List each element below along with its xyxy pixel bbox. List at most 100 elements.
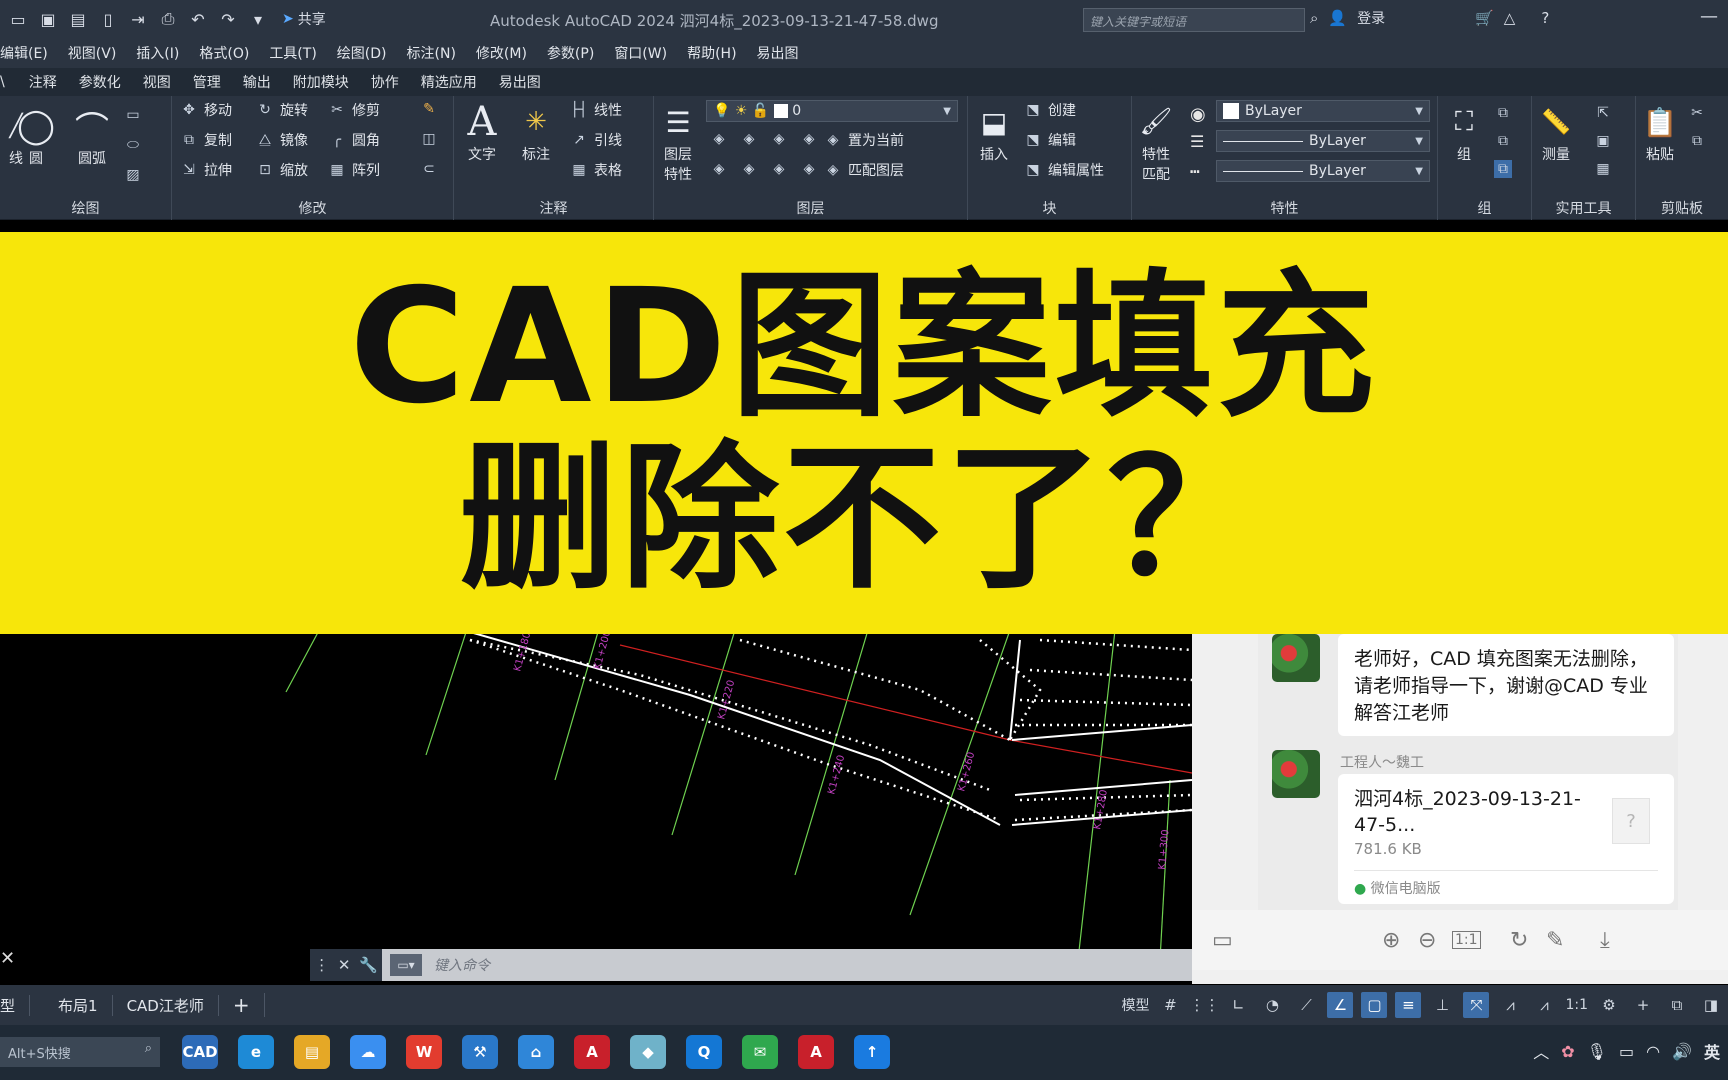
- taskbar-app-qq-browser[interactable]: Q: [686, 1035, 722, 1069]
- layer-lock-icon[interactable]: ◈: [800, 130, 818, 148]
- tab-home[interactable]: \: [0, 74, 5, 90]
- annotation-panel-title[interactable]: 注释: [454, 198, 653, 218]
- ribbon-tab[interactable]: 管理: [193, 72, 221, 92]
- rotate-icon[interactable]: ↻: [1510, 928, 1528, 953]
- microphone-icon[interactable]: 🎙: [1587, 1042, 1607, 1061]
- volume-icon[interactable]: 🔊: [1672, 1042, 1692, 1061]
- wrench-icon[interactable]: 🔧: [359, 956, 378, 974]
- menu-item[interactable]: 帮助(H): [687, 43, 736, 63]
- layer-off-icon[interactable]: ◈: [710, 130, 728, 148]
- thumbnail-icon[interactable]: ▭: [1212, 928, 1233, 953]
- color-dropdown[interactable]: ByLayer ▼: [1216, 100, 1430, 122]
- gear-icon[interactable]: ⚙: [1596, 992, 1622, 1018]
- text-button[interactable]: A 文字: [462, 99, 502, 164]
- menu-item[interactable]: 编辑(E): [0, 43, 48, 63]
- erase-button[interactable]: ✎: [420, 100, 438, 118]
- plus-icon[interactable]: +: [1630, 992, 1656, 1018]
- layer-unlock-icon[interactable]: ◈: [800, 160, 818, 178]
- tab-model[interactable]: 型: [0, 994, 31, 1016]
- offset-button[interactable]: ⊂: [420, 160, 438, 178]
- avatar[interactable]: [1272, 634, 1320, 682]
- menu-item[interactable]: 修改(M): [476, 43, 527, 63]
- edit-icon[interactable]: ✎: [1546, 928, 1564, 953]
- menu-item[interactable]: 插入(I): [136, 43, 179, 63]
- taskbar-app-autocad[interactable]: A: [574, 1035, 610, 1069]
- taskbar-search[interactable]: Alt+S快搜 ⌕: [0, 1037, 160, 1067]
- trim-button[interactable]: ✂ 修剪: [328, 100, 380, 120]
- ribbon-tab[interactable]: 参数化: [79, 72, 121, 92]
- selection-cycling-icon[interactable]: ⤧: [1463, 992, 1490, 1018]
- menu-item[interactable]: 绘图(D): [337, 43, 387, 63]
- isodraft-icon[interactable]: ⟋: [1293, 992, 1319, 1018]
- search-input[interactable]: 键入关键字或短语: [1083, 8, 1305, 32]
- cut-icon[interactable]: ✂: [1688, 104, 1706, 122]
- utilities-panel-title[interactable]: 实用工具: [1532, 198, 1635, 218]
- group-button[interactable]: ⛶ 组: [1444, 100, 1484, 164]
- open-icon[interactable]: ▭: [6, 7, 30, 31]
- menu-item[interactable]: 工具(T): [269, 43, 316, 63]
- taskbar-app-tools[interactable]: ⚒: [462, 1035, 498, 1069]
- menu-item[interactable]: 参数(P): [547, 43, 594, 63]
- avatar[interactable]: [1272, 750, 1320, 798]
- taskbar-app-cad-viewer[interactable]: CAD: [182, 1035, 218, 1069]
- layer-isolate-icon[interactable]: ◈: [740, 130, 758, 148]
- quick-select-icon[interactable]: ⇱: [1594, 104, 1612, 122]
- edit-block-button[interactable]: ⬔ 编辑: [1024, 130, 1076, 150]
- stretch-button[interactable]: ⇲ 拉伸: [180, 160, 232, 180]
- table-button[interactable]: ▦ 表格: [570, 160, 622, 180]
- actual-size-icon[interactable]: 1:1: [1452, 931, 1481, 949]
- ribbon-tab[interactable]: 协作: [371, 72, 399, 92]
- measure-button[interactable]: 📏 测量: [1536, 100, 1576, 164]
- scale-button[interactable]: ⊡ 缩放: [256, 160, 308, 180]
- taskbar-app-wps[interactable]: W: [406, 1035, 442, 1069]
- ime-indicator[interactable]: 英: [1704, 1039, 1720, 1063]
- grip-icon[interactable]: ⋮: [314, 956, 329, 974]
- group-edit-icon[interactable]: ⧉: [1494, 132, 1512, 150]
- annotation-visibility-icon[interactable]: ⩘: [1497, 992, 1523, 1018]
- ribbon-tab[interactable]: 附加模块: [293, 72, 349, 92]
- save-as-icon[interactable]: ▤: [66, 7, 90, 31]
- draw-panel-title[interactable]: 绘图: [0, 198, 171, 218]
- ribbon-tab[interactable]: 易出图: [499, 72, 541, 92]
- hardware-acceleration-icon[interactable]: ◨: [1698, 992, 1724, 1018]
- copy-button[interactable]: ⧉ 复制: [180, 130, 232, 150]
- copy-clip-icon[interactable]: ⧉: [1688, 132, 1706, 150]
- taskbar-app-cad-assist[interactable]: ⌂: [518, 1035, 554, 1069]
- layer-freeze-icon[interactable]: ◈: [770, 130, 788, 148]
- annotation-scale-icon[interactable]: ⩘: [1531, 992, 1557, 1018]
- menu-item[interactable]: 格式(O): [199, 43, 249, 63]
- lineweight-toggle-icon[interactable]: ≡: [1395, 992, 1422, 1018]
- share-button[interactable]: ➤ 共享: [282, 9, 326, 29]
- login-button[interactable]: 登录: [1357, 8, 1385, 28]
- ribbon-tab[interactable]: 输出: [243, 72, 271, 92]
- rectangle-button[interactable]: ▭: [124, 106, 142, 124]
- command-input[interactable]: 键入命令: [434, 955, 490, 975]
- dimension-button[interactable]: ✳ 标注: [516, 100, 556, 164]
- explode-button[interactable]: ◫: [420, 130, 438, 148]
- snap-icon[interactable]: ⋮⋮: [1189, 992, 1219, 1018]
- block-panel-title[interactable]: 块: [968, 198, 1131, 218]
- export-icon[interactable]: ⇥: [126, 7, 150, 31]
- grid-icon[interactable]: #: [1157, 992, 1183, 1018]
- calculator-icon[interactable]: ▦: [1594, 160, 1612, 178]
- minimize-icon[interactable]: —: [1700, 6, 1718, 27]
- object-snap-icon[interactable]: ▢: [1361, 992, 1388, 1018]
- scale-dropdown[interactable]: 1:1: [1565, 997, 1588, 1013]
- linetype-dropdown[interactable]: ByLayer ▼: [1216, 130, 1430, 152]
- hatch-button[interactable]: ▨: [124, 166, 142, 184]
- clipboard-panel-title[interactable]: 剪贴板: [1636, 198, 1728, 218]
- properties-panel-title[interactable]: 特性: [1132, 198, 1437, 218]
- taskbar-app-notes[interactable]: ◆: [630, 1035, 666, 1069]
- move-button[interactable]: ✥ 移动: [180, 100, 232, 120]
- help-icon[interactable]: ?: [1541, 9, 1549, 27]
- save-icon[interactable]: ▣: [36, 7, 60, 31]
- download-icon[interactable]: ⤓: [1600, 928, 1610, 953]
- color-wheel-icon[interactable]: ◉: [1190, 104, 1206, 125]
- close-icon[interactable]: ✕: [338, 956, 351, 974]
- file-message[interactable]: 泗河4标_2023-09-13-21-47-5... 781.6 KB ? ● …: [1338, 774, 1674, 904]
- ribbon-tab[interactable]: 视图: [143, 72, 171, 92]
- ellipse-button[interactable]: ⬭: [124, 136, 142, 154]
- menu-item[interactable]: 窗口(W): [614, 43, 667, 63]
- search-icon[interactable]: ⌕: [1310, 9, 1318, 27]
- zoom-out-icon[interactable]: ⊖: [1418, 928, 1436, 953]
